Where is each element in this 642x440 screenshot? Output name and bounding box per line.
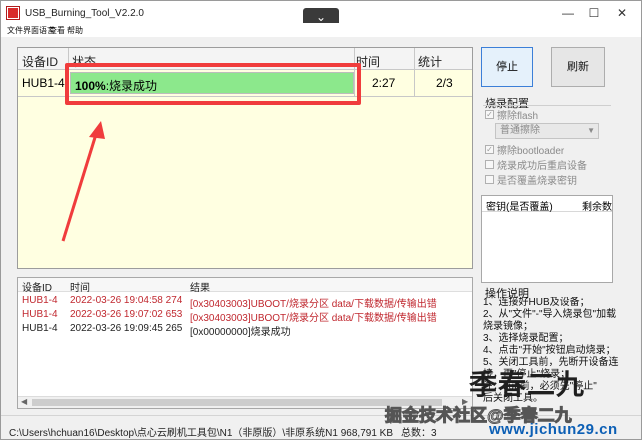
chevron-down-icon: ▼ <box>587 126 595 135</box>
menu-help[interactable]: 帮助 <box>67 25 83 36</box>
burn-stat: 2/3 <box>436 76 453 90</box>
log-col-time[interactable]: 时间 <box>70 279 90 294</box>
erase-bootloader-checkbox[interactable]: ✓ 擦除bootloader <box>485 142 564 157</box>
erase-flash-checkbox[interactable]: ✓ 擦除flash <box>485 107 538 122</box>
app-window: USB_Burning_Tool_V2.2.0 ⌄ — ☐ ✕ 文件 界面语言 … <box>0 0 642 440</box>
remaining-col-header: 剩余数 <box>582 202 612 213</box>
col-stat[interactable]: 统计 <box>418 53 442 70</box>
log-row[interactable]: HUB1-4 2022-03-26 19:07:02 653 [0x304030… <box>18 308 472 324</box>
col-device-id[interactable]: 设备ID <box>22 53 58 70</box>
watermark-url: www.jichun29.cn <box>489 421 618 438</box>
app-icon <box>7 7 19 19</box>
log-col-result[interactable]: 结果 <box>190 279 210 294</box>
menu-view[interactable]: 查看 <box>49 25 65 36</box>
device-id: HUB1-4 <box>22 76 65 90</box>
annotation-arrow <box>61 121 105 242</box>
window-title: USB_Burning_Tool_V2.2.0 <box>25 8 144 19</box>
log-list[interactable]: 设备ID 时间 结果 HUB1-4 2022-03-26 19:04:58 27… <box>17 277 473 409</box>
maximize-icon[interactable]: ☐ <box>583 6 605 22</box>
log-row[interactable]: HUB1-4 2022-03-26 19:04:58 274 [0x304030… <box>18 294 472 310</box>
menu-file[interactable]: 文件 <box>7 25 23 36</box>
package-path: C:\Users\hchuan16\Desktop\点心云刷机工具包\N1（非原… <box>9 428 394 439</box>
watermark-logo: 季春二九 <box>469 369 586 400</box>
scroll-left-icon[interactable]: ◀ <box>21 397 27 406</box>
highlight-box <box>65 63 361 105</box>
erase-mode-select[interactable]: 普通擦除 ▼ <box>495 123 599 139</box>
minimize-icon[interactable]: — <box>557 6 579 22</box>
reset-after-checkbox[interactable]: 烧录成功后重启设备 <box>485 157 587 172</box>
key-table[interactable]: 密钥(是否覆盖) 剩余数 <box>481 195 613 283</box>
log-header: 设备ID 时间 结果 <box>18 278 472 294</box>
menu-bar: 文件 界面语言 查看 帮助 <box>1 23 641 37</box>
log-row[interactable]: HUB1-4 2022-03-26 19:09:45 265 [0x000000… <box>18 322 472 338</box>
close-icon[interactable]: ✕ <box>611 6 633 22</box>
overwrite-key-checkbox[interactable]: 是否覆盖烧录密钥 <box>485 172 577 187</box>
total-count: 总数：3 <box>401 428 437 439</box>
log-col-device[interactable]: 设备ID <box>22 279 52 294</box>
elapsed-time: 2:27 <box>372 76 396 90</box>
stop-button[interactable]: 停止 <box>481 47 533 87</box>
key-col-header: 密钥(是否覆盖) <box>486 202 553 213</box>
scroll-thumb[interactable] <box>32 399 442 406</box>
refresh-button[interactable]: 刷新 <box>551 47 605 87</box>
